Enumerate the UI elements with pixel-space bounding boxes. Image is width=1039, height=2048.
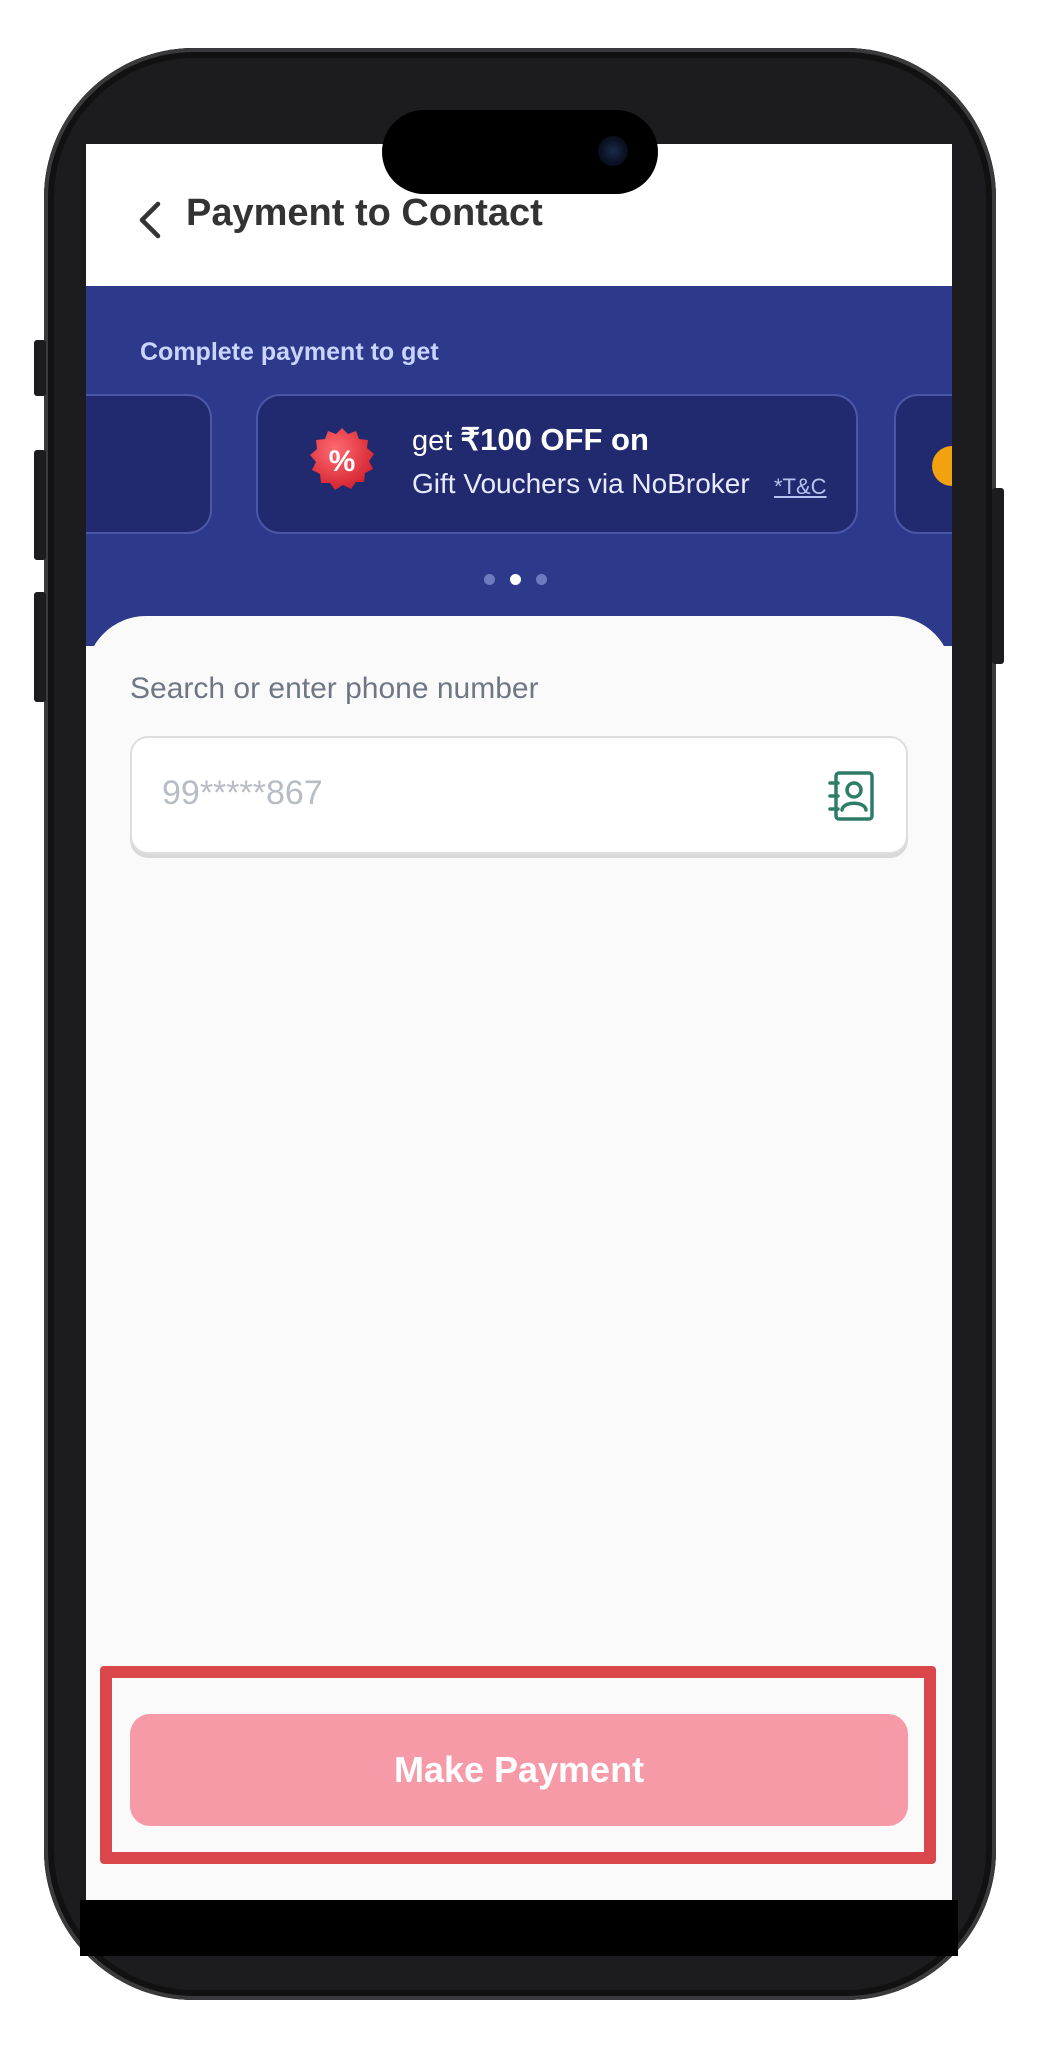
volume-up-button bbox=[34, 450, 46, 560]
power-button bbox=[992, 488, 1004, 664]
offer-amount: ₹100 OFF on bbox=[460, 422, 649, 457]
offer-headline: get ₹100 OFF on bbox=[412, 422, 649, 458]
volume-down-button bbox=[34, 592, 46, 702]
carousel-pager bbox=[484, 574, 564, 588]
banner-label: Complete payment to get bbox=[140, 338, 439, 366]
pager-dot[interactable] bbox=[536, 574, 547, 585]
chevron-left-icon[interactable] bbox=[138, 200, 162, 240]
screen-bottom-edge bbox=[80, 1900, 958, 1956]
camera-icon bbox=[598, 136, 628, 166]
offer-card[interactable]: % get ₹100 OFF on Gift Vouchers via NoBr… bbox=[256, 394, 858, 534]
offer-description: Gift Vouchers via NoBroker bbox=[412, 468, 750, 499]
percent-badge-icon: % bbox=[310, 428, 374, 490]
pager-dot-active[interactable] bbox=[510, 574, 521, 585]
phone-number-value: 99*****867 bbox=[162, 774, 323, 812]
offer-banner: Complete payment to get % get ₹100 OFF o… bbox=[86, 286, 952, 646]
offer-card-previous[interactable] bbox=[86, 394, 212, 534]
make-payment-button[interactable]: Make Payment bbox=[130, 1714, 908, 1826]
app-screen: Payment to Contact Complete payment to g… bbox=[86, 144, 952, 1902]
svg-text:%: % bbox=[329, 445, 356, 478]
offer-card-next[interactable] bbox=[894, 394, 952, 534]
coin-icon bbox=[932, 446, 952, 486]
contact-book-icon[interactable] bbox=[828, 770, 876, 822]
offer-prefix: get bbox=[412, 425, 461, 457]
search-label: Search or enter phone number bbox=[130, 672, 539, 705]
pager-dot[interactable] bbox=[484, 574, 495, 585]
action-button bbox=[34, 340, 46, 396]
phone-number-input[interactable]: 99*****867 bbox=[130, 736, 908, 854]
dynamic-island bbox=[382, 110, 658, 194]
page-title: Payment to Contact bbox=[186, 192, 543, 234]
terms-link[interactable]: *T&C bbox=[774, 474, 827, 500]
